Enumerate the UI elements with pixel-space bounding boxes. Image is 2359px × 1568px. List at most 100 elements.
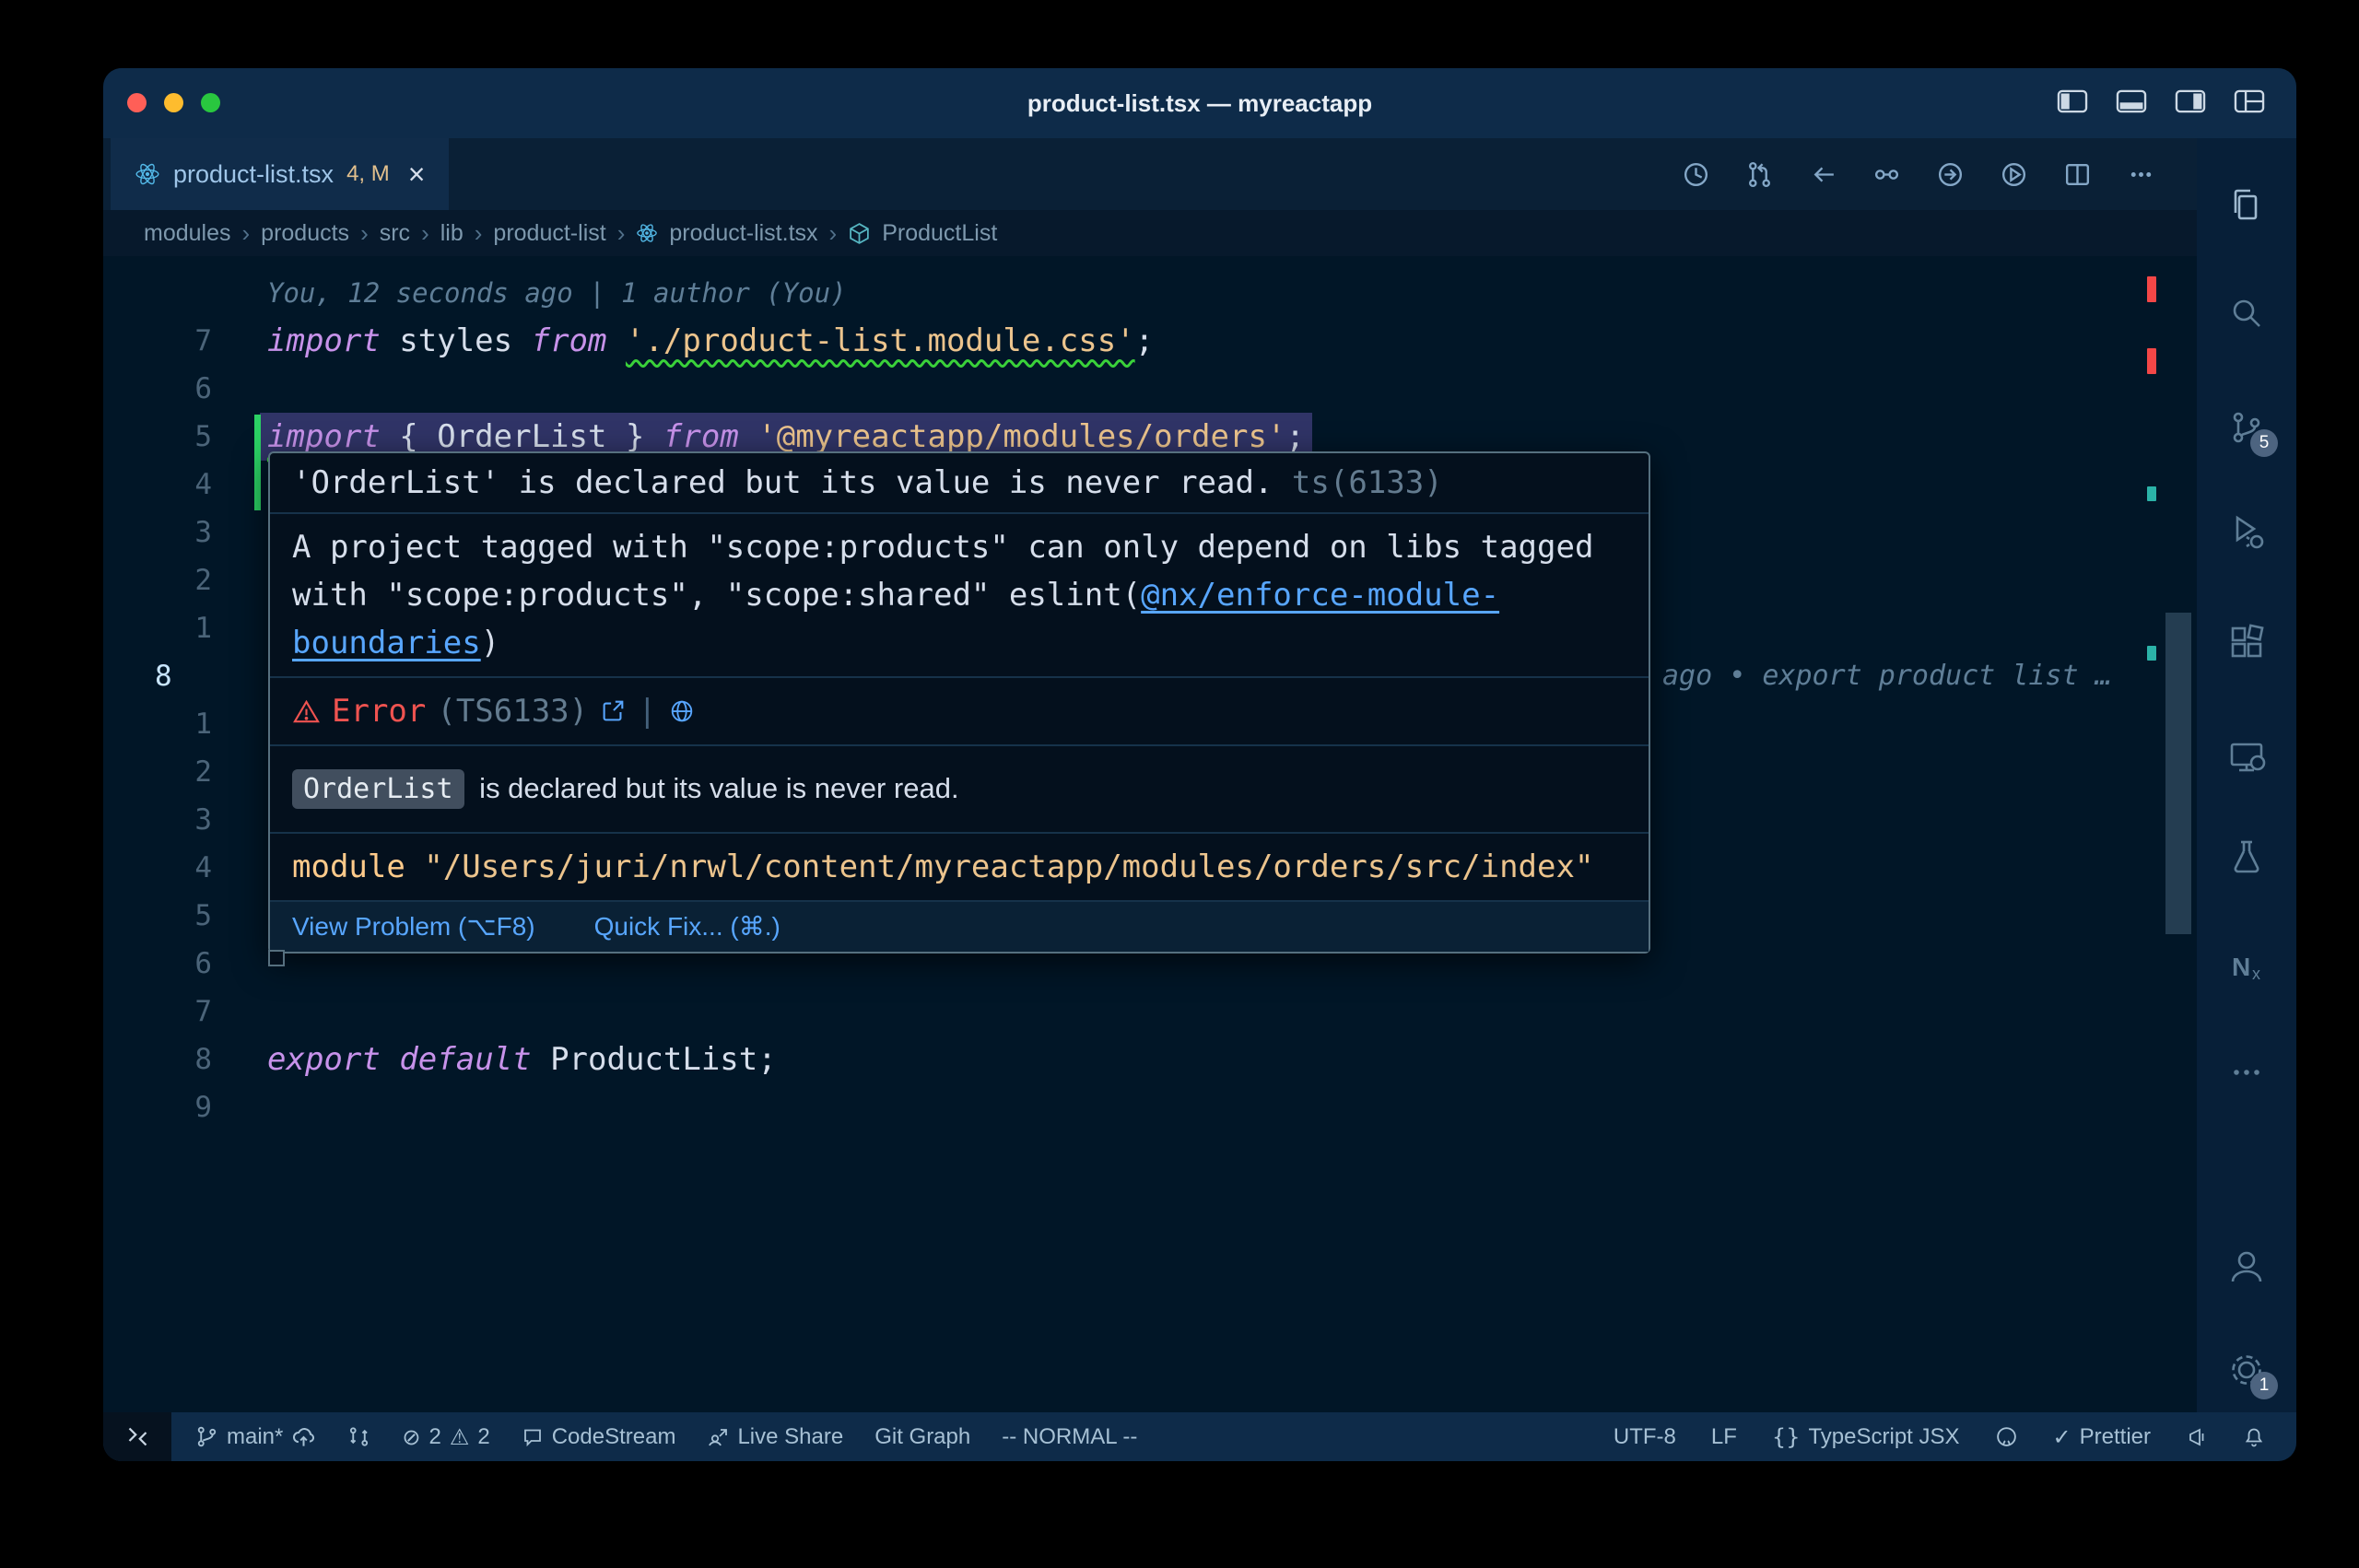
tab-bar: product-list.tsx 4, M × [103,138,2197,210]
compare-changes-icon[interactable] [1744,159,1775,190]
notifications-item[interactable] [2243,1426,2265,1448]
line-number[interactable]: 1 [146,604,212,652]
breadcrumb-item-file[interactable]: product-list.tsx [669,220,817,247]
publish-cloud-icon [291,1424,316,1449]
chevron-right-icon: › [617,219,626,248]
breadcrumb-item[interactable]: product-list [493,220,605,247]
line-number[interactable]: 3 [146,796,212,844]
breadcrumb-item[interactable]: lib [440,220,464,247]
errors-icon: ⊘ [402,1424,420,1450]
current-line-number[interactable]: 8 [155,652,221,700]
toggle-panel-icon[interactable] [2116,88,2147,114]
editor-scrollbar[interactable] [2165,613,2191,934]
encoding-label: UTF-8 [1614,1424,1676,1450]
code-editor[interactable]: You, 12 seconds ago | 1 author (You)7imp… [103,256,2197,1412]
chevron-right-icon: › [421,219,429,248]
line-number[interactable]: 5 [146,892,212,940]
view-problem-button[interactable]: View Problem (⌥F8) [292,910,535,943]
code-line: import styles from './product-list.modul… [267,317,1154,365]
run-file-icon[interactable] [1999,159,2029,190]
check-icon: ✓ [2053,1424,2071,1450]
vim-mode-item[interactable]: -- NORMAL -- [1002,1424,1137,1450]
eol-item[interactable]: LF [1711,1424,1737,1450]
customize-layout-icon[interactable] [2234,88,2265,114]
codestream-item[interactable]: CodeStream [522,1424,676,1450]
status-bar: main* ⊘ 2 ⚠ 2 CodeStream Live Share Gi [103,1412,2296,1461]
split-editor-icon[interactable] [2062,159,2093,190]
symbol-cube-icon [848,222,871,245]
line-number[interactable]: 5 [146,413,212,461]
line-number[interactable]: 2 [146,748,212,796]
extensions-icon[interactable] [2224,620,2269,664]
live-share-item[interactable]: Live Share [707,1424,843,1450]
line-number[interactable]: 9 [146,1083,212,1131]
git-compare-item[interactable] [347,1425,370,1448]
vscode-window: product-list.tsx — myreactapp product-li… [103,68,2296,1461]
code-row[interactable]: You, 12 seconds ago | 1 author (You) [103,269,2197,317]
testing-icon[interactable] [2224,835,2269,879]
additional-views-icon[interactable] [2224,1050,2269,1094]
git-graph-item[interactable]: Git Graph [874,1424,970,1450]
chevron-right-icon: › [242,219,251,248]
encoding-item[interactable]: UTF-8 [1614,1424,1676,1450]
settings-gear-icon[interactable]: 1 [2224,1348,2269,1392]
line-number[interactable]: 7 [146,317,212,365]
local-history-icon[interactable] [1681,159,1711,190]
code-row[interactable]: 7 [103,988,2197,1036]
toggle-secondary-sidebar-icon[interactable] [2175,88,2206,114]
toggle-primary-sidebar-icon[interactable] [2057,88,2088,114]
more-actions-icon[interactable] [2126,159,2156,190]
symbol-badge: OrderList [292,769,464,809]
quick-fix-button[interactable]: Quick Fix... (⌘.) [594,910,780,943]
line-number[interactable]: 1 [146,700,212,748]
feedback-item[interactable] [2186,1426,2208,1448]
problems-item[interactable]: ⊘ 2 ⚠ 2 [402,1424,489,1450]
breadcrumb-item-symbol[interactable]: ProductList [882,220,997,247]
run-debug-icon[interactable] [2224,509,2269,553]
line-number[interactable]: 3 [146,509,212,556]
line-number[interactable]: 2 [146,556,212,604]
source-control-icon[interactable]: 5 [2224,405,2269,450]
breadcrumb-item[interactable]: products [261,220,349,247]
line-number[interactable]: 6 [146,365,212,413]
error-label: Error [332,693,426,730]
account-icon[interactable] [2224,1245,2269,1289]
nx-console-icon[interactable]: Nx [2224,944,2269,989]
remote-explorer-icon[interactable] [2224,735,2269,779]
errors-count: 2 [428,1424,440,1450]
code-row[interactable]: 6 [103,365,2197,413]
code-row[interactable]: 9 [103,1083,2197,1131]
line-number[interactable]: 4 [146,461,212,509]
run-next-icon[interactable] [1935,159,1966,190]
git-graph-label: Git Graph [874,1424,970,1450]
search-icon[interactable] [2224,291,2269,335]
explorer-icon[interactable] [2224,183,2269,228]
diagnostic-message-eslint: A project tagged with "scope:products" c… [270,512,1649,676]
line-number[interactable]: 8 [146,1036,212,1083]
svg-text:N: N [2232,953,2250,981]
vim-mode-label: -- NORMAL -- [1002,1424,1137,1450]
language-mode-item[interactable]: {} TypeScript JSX [1772,1424,1960,1450]
line-number[interactable]: 6 [146,940,212,988]
github-item[interactable] [1995,1425,2018,1448]
error-status-row: Error(TS6133) | [270,676,1649,744]
prettier-item[interactable]: ✓ Prettier [2053,1424,2151,1450]
branch-label: main* [227,1424,283,1450]
code-row[interactable]: 7 import styles from './product-list.modu… [103,317,2197,365]
git-compare-icon [347,1425,370,1448]
inline-blame-hint: ago • export product list … [1662,652,2112,700]
run-dependent-tasks-icon[interactable] [1872,159,1902,190]
open-external-icon[interactable] [599,697,627,725]
remote-indicator[interactable] [103,1412,171,1461]
git-branch-item[interactable]: main* [195,1424,316,1450]
tab-product-list[interactable]: product-list.tsx 4, M × [111,138,449,210]
breadcrumb-item[interactable]: modules [144,220,231,247]
breadcrumb-item[interactable]: src [380,220,410,247]
tab-close-icon[interactable]: × [408,159,426,189]
tooltip-resize-gripper[interactable] [268,950,285,966]
line-number[interactable]: 7 [146,988,212,1036]
navigate-back-icon[interactable] [1808,159,1838,190]
line-number[interactable]: 4 [146,844,212,892]
code-row[interactable]: 8export default ProductList; [103,1036,2197,1083]
globe-icon[interactable] [668,697,696,725]
